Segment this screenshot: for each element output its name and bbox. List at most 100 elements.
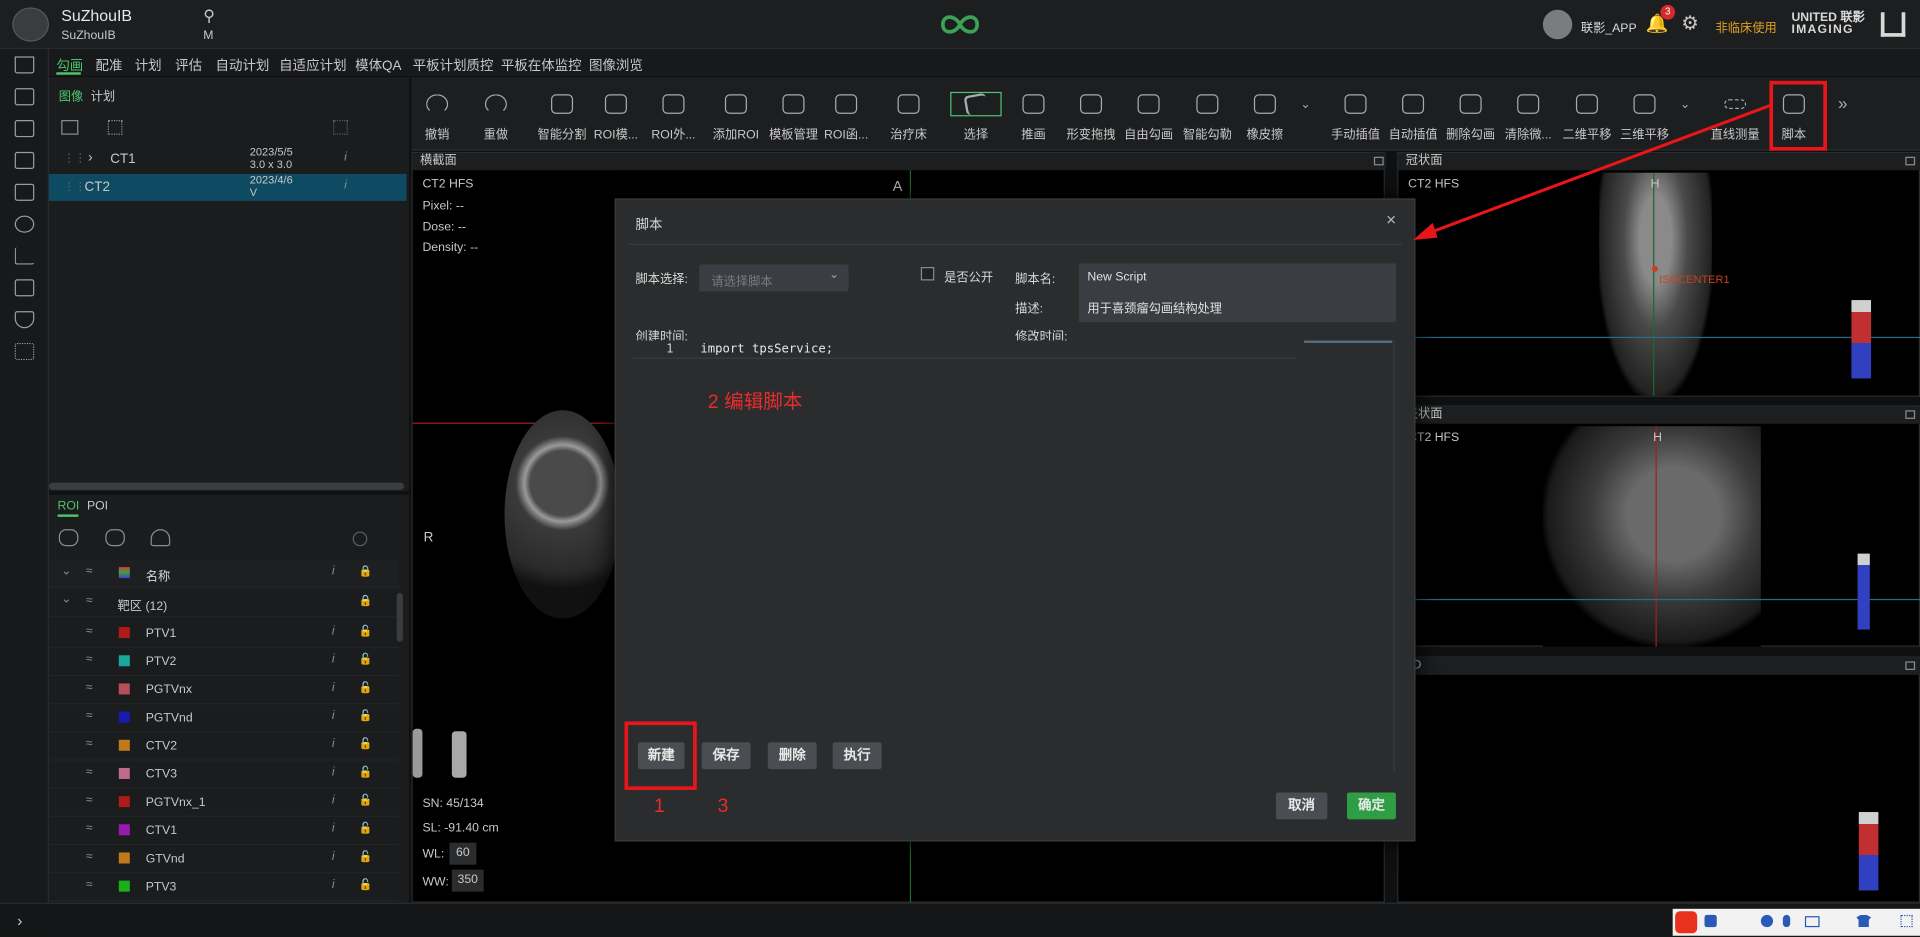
maximize-icon[interactable] — [1905, 661, 1916, 670]
tab-poi[interactable]: POI — [87, 500, 108, 513]
disk-icon[interactable] — [14, 215, 35, 233]
maximize-icon[interactable] — [1905, 410, 1916, 419]
unlock-icon[interactable]: 🔓 — [359, 794, 373, 807]
app-user-avatar[interactable] — [1542, 9, 1573, 40]
ime-toolbar[interactable] — [1672, 908, 1920, 936]
eye-icon[interactable]: ≈ — [86, 878, 93, 891]
unlock-icon[interactable]: 🔓 — [359, 766, 373, 779]
tool-roi-function[interactable]: ROI函... — [817, 77, 876, 150]
info-icon[interactable]: i — [344, 179, 347, 192]
menu-adaptive-plan[interactable]: 自适应计划 — [279, 55, 346, 75]
window-width-input[interactable]: 350 — [451, 869, 484, 892]
eye-icon[interactable]: ≈ — [86, 737, 93, 750]
info-icon[interactable]: i — [332, 653, 335, 666]
tool-eraser[interactable]: 橡皮擦 — [1236, 77, 1295, 150]
ime-chinese-icon[interactable] — [1704, 914, 1717, 928]
tab-images[interactable]: 图像 — [59, 86, 83, 104]
lock-icon[interactable]: 🔒 — [359, 565, 373, 578]
roi-row[interactable]: ≈ PTV1 i 🔓 — [48, 620, 400, 648]
roi-row[interactable]: ≈ PGTVnx i 🔓 — [48, 676, 400, 705]
info-icon[interactable]: i — [332, 822, 335, 835]
image-row-selected[interactable]: ⋮⋮ CT2 2023/4/6 V i — [48, 173, 407, 201]
close-icon[interactable]: × — [1386, 209, 1396, 229]
roi-row[interactable]: ≈ CTV3 i 🔓 — [48, 761, 400, 789]
user-avatar[interactable] — [12, 7, 49, 42]
smart-roi-icon[interactable] — [58, 529, 79, 547]
eye-icon[interactable]: ≈ — [86, 766, 93, 779]
script-select-dropdown[interactable]: 请选择脚本 ⌄ — [699, 264, 849, 292]
menu-phantom-qa[interactable]: 模体QA — [355, 55, 401, 75]
ime-skin-icon[interactable] — [1856, 914, 1872, 928]
search-icon[interactable]: ⚲ — [203, 6, 215, 26]
roi-color-swatch[interactable] — [118, 852, 130, 864]
info-icon[interactable]: i — [332, 737, 335, 750]
info-icon[interactable]: i — [344, 151, 347, 164]
delete-script-button[interactable]: 删除 — [767, 742, 817, 770]
drag-handle-icon[interactable]: ⋮⋮ — [64, 180, 86, 193]
roi-row[interactable]: ≈ PTV2 i 🔓 — [48, 648, 400, 677]
menu-plan[interactable]: 计划 — [135, 55, 162, 75]
maximize-icon[interactable] — [1373, 156, 1384, 166]
roi-color-swatch[interactable] — [118, 739, 130, 751]
unlock-icon[interactable]: 🔓 — [359, 709, 373, 722]
ime-emoji-icon[interactable] — [1760, 914, 1774, 928]
info-icon[interactable]: i — [332, 794, 335, 807]
roi-edit-icon[interactable] — [150, 529, 171, 547]
info-icon[interactable]: i — [332, 766, 335, 779]
eye-icon[interactable]: ≈ — [86, 822, 93, 835]
tab-plans[interactable]: 计划 — [91, 86, 115, 104]
menu-auto-plan[interactable]: 自动计划 — [216, 55, 270, 75]
chevron-down-icon[interactable]: ⌄ — [61, 593, 71, 606]
more-draw-tools-chevron-icon[interactable]: ⌄ — [1300, 98, 1310, 111]
settings-grid-icon[interactable] — [333, 120, 348, 135]
roi-row[interactable]: ≈ CTV2 i 🔓 — [48, 732, 400, 761]
unlock-icon[interactable]: 🔓 — [359, 850, 373, 863]
roi-row[interactable]: ≈ CTV1 i 🔓 — [48, 817, 400, 846]
eye-icon[interactable]: ≈ — [86, 565, 93, 578]
tool-roi-outer[interactable]: ROI外... — [644, 77, 703, 150]
menu-panel-plan-qc[interactable]: 平板计划质控 — [413, 55, 494, 75]
report-icon[interactable] — [14, 279, 35, 297]
roi-color-swatch[interactable] — [118, 796, 130, 808]
chevron-right-icon[interactable]: › — [88, 151, 92, 166]
tool-redo[interactable]: 重做 — [467, 77, 526, 150]
roi-color-swatch[interactable] — [118, 880, 130, 892]
isocenter-marker[interactable] — [1651, 265, 1658, 272]
eye-icon[interactable]: ≈ — [86, 794, 93, 807]
roi-template-icon[interactable] — [105, 529, 125, 547]
3d-viewport[interactable]: 3D — [1397, 656, 1920, 903]
unlock-icon[interactable]: 🔓 — [359, 822, 373, 835]
roi-row[interactable]: ≈ GTVnd i 🔓 — [48, 845, 400, 874]
unlock-icon[interactable]: 🔓 — [359, 681, 373, 694]
tab-roi[interactable]: ROI — [58, 500, 80, 513]
menu-registration[interactable]: 配准 — [96, 55, 123, 75]
info-icon[interactable]: i — [332, 681, 335, 694]
shield-icon[interactable] — [14, 311, 35, 329]
code-line[interactable]: import tpsService; — [700, 343, 833, 356]
unlock-icon[interactable]: 🔓 — [359, 737, 373, 750]
eye-icon[interactable]: ≈ — [86, 625, 93, 638]
document-icon[interactable] — [14, 151, 35, 170]
roi-color-swatch[interactable] — [118, 824, 130, 836]
add-image-icon[interactable] — [61, 120, 79, 135]
sagittal-viewport[interactable]: 矢状面 CT2 HFS H — [1397, 405, 1920, 647]
unlock-icon[interactable]: 🔓 — [359, 653, 373, 666]
ime-keyboard-icon[interactable] — [1804, 916, 1820, 928]
run-script-button[interactable]: 执行 — [832, 742, 882, 770]
window-level-input[interactable]: 60 — [449, 842, 477, 865]
tool-couch[interactable]: 治疗床 — [879, 77, 938, 150]
grid-icon[interactable] — [107, 120, 123, 135]
menu-evaluate[interactable]: 评估 — [175, 55, 202, 75]
script-name-input[interactable]: New Script — [1087, 271, 1146, 284]
image-row[interactable]: ⋮⋮ › CT1 2023/5/5 3.0 x 3.0 i — [49, 146, 407, 173]
eye-icon[interactable]: ≈ — [86, 653, 93, 666]
save-script-button[interactable]: 保存 — [701, 742, 751, 770]
home-icon[interactable] — [14, 56, 35, 74]
public-checkbox[interactable] — [920, 267, 935, 281]
roi-color-swatch[interactable] — [118, 683, 130, 695]
calendar-check-icon[interactable] — [14, 183, 35, 201]
drag-handle-icon[interactable]: ⋮⋮ — [64, 152, 86, 165]
menu-panel-invivo[interactable]: 平板在体监控 — [501, 55, 582, 75]
roi-row[interactable]: ≈ PGTVnx_1 i 🔓 — [48, 789, 400, 817]
info-icon[interactable]: i — [332, 878, 335, 891]
